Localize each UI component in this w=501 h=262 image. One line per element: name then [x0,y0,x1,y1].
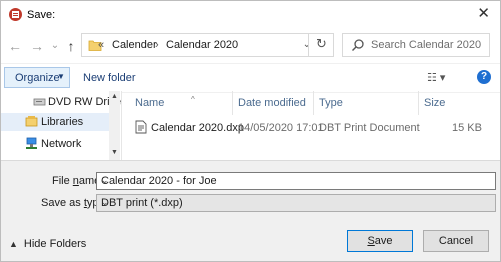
document-icon [135,120,147,134]
forward-arrow-icon[interactable]: → [29,37,45,55]
vertical-scrollbar[interactable]: ▲ ▼ [109,91,120,160]
column-header-size[interactable]: Size [424,97,445,109]
network-icon [26,137,37,149]
organize-button[interactable]: Organize ▼ [4,67,70,88]
chevron-down-icon[interactable]: ⌄ [101,175,491,186]
file-size: 15 KB [452,122,482,134]
cancel-button[interactable]: Cancel [423,230,489,252]
save-dialog: Save: ✕ ← → ⌄ ↑ « Calender › Calendar 20… [0,0,501,262]
file-date-modified: 14/05/2020 17:01 [238,122,324,134]
library-icon [25,116,38,127]
disc-drive-icon [33,98,46,106]
breadcrumb-overflow[interactable]: « [98,39,104,51]
address-bar[interactable]: « Calender › Calendar 2020 ⌄ ↻ [81,33,334,57]
back-arrow-icon[interactable]: ← [7,37,23,55]
recent-locations-chevron-icon[interactable]: ⌄ [47,37,63,55]
title-bar: Save: ✕ [1,1,500,29]
column-divider[interactable] [232,91,233,115]
view-options-icon[interactable]: ☷ ▾ [427,71,445,84]
column-header-date-modified[interactable]: Date modified [238,97,306,109]
search-placeholder: Search Calendar 2020 [371,39,482,51]
column-header-label: Name [135,97,165,109]
sort-ascending-icon: ^ [191,95,195,104]
navigation-pane: DVD RW Drive Libraries Network ▲ ▼ [1,91,122,160]
file-name: Calendar 2020.dxp [151,122,244,134]
organize-label: Organize [15,72,60,84]
sidebar-item-libraries[interactable]: Libraries [1,113,109,131]
save-button[interactable]: Save [347,230,413,252]
column-header-type[interactable]: Type [319,97,343,109]
chevron-down-icon: ⌄ [101,197,109,207]
refresh-icon[interactable]: ↻ [308,33,334,57]
breadcrumb-separator: › [155,39,159,51]
chevron-up-icon: ▲ [9,239,18,249]
hide-folders-label: Hide Folders [23,238,87,250]
up-arrow-icon[interactable]: ↑ [63,37,79,55]
save-label: ave [374,235,393,247]
column-divider[interactable] [418,91,419,115]
search-box[interactable]: Search Calendar 2020 [342,33,490,57]
file-type: DBT Print Document [319,122,420,134]
column-divider[interactable] [313,91,314,115]
new-folder-button[interactable]: New folder [83,72,136,84]
column-header-name[interactable]: Name ^ [135,95,195,109]
sidebar-item-label: Network [41,138,82,150]
scroll-down-icon[interactable]: ▼ [111,149,118,156]
breadcrumb-item[interactable]: Calendar 2020 [166,39,238,51]
app-icon [9,8,22,21]
help-icon[interactable]: ? [477,70,491,84]
filename-input[interactable]: Calendar 2020 - for Joe ⌄ [96,172,496,190]
scroll-up-icon[interactable]: ▲ [111,93,118,100]
breadcrumb-item[interactable]: Calender [112,39,157,51]
hide-folders-toggle[interactable]: ▲ Hide Folders [9,238,86,250]
sidebar-item-network[interactable]: Network [1,135,109,153]
save-mnemonic: S [367,235,375,247]
window-title: Save: [27,9,56,21]
sidebar-item-dvd-rw-drive[interactable]: DVD RW Drive [1,93,121,111]
save-form: File name: Calendar 2020 - for Joe ⌄ Sav… [1,160,500,261]
search-icon [352,39,364,51]
sidebar-item-label: Libraries [41,116,84,128]
command-bar: Organize ▼ New folder ☷ ▾ ? [1,63,500,93]
save-as-type-select[interactable]: DBT print (*.dxp) ⌄ [96,194,496,212]
file-list: Name ^ Date modified Type Size Calendar … [122,91,500,160]
close-icon[interactable]: ✕ [477,6,490,21]
dropdown-arrow-icon: ▼ [57,72,65,81]
file-row[interactable]: Calendar 2020.dxp 14/05/2020 17:01 DBT P… [127,117,497,137]
